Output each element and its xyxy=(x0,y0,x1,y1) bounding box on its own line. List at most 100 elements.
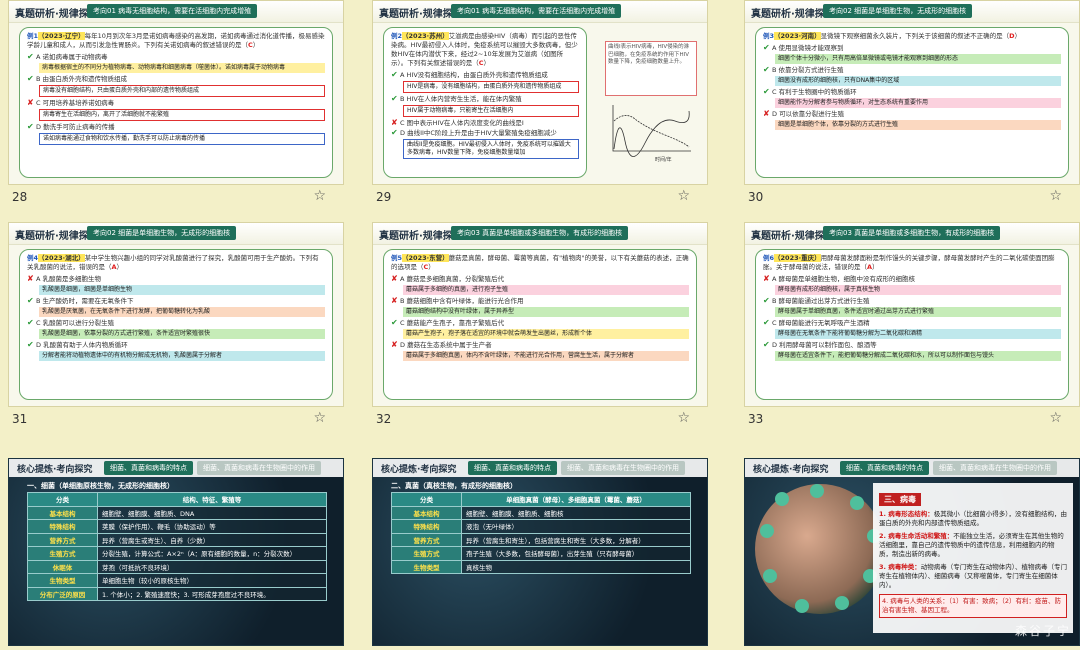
table-row: 营养方式 异养（营腐生和寄生），包括营腐生和寄生（大多数，分解者） xyxy=(391,532,691,547)
option-text: C 蘑菇能产生孢子，靠孢子繁殖后代 xyxy=(400,319,505,327)
table-row: 基本结构 细胞壁、细胞膜、细胞质、细胞核 xyxy=(391,505,691,520)
header-tabs: 细菌、真菌和病毒的特点 细菌、真菌和病毒在生物圈中的作用 xyxy=(840,461,1057,475)
option-explanation: 病毒根据宿主的不同分为植物病毒、动物病毒和细菌病毒（噬菌体）。诺如病毒属于动物病… xyxy=(39,63,325,73)
slide-preview[interactable]: 真题研析·规律探寻 考向02 细菌是单细胞生物，无成形的细胞核 例4（2023·湖北… xyxy=(8,222,344,407)
answer-option: ✘ B 蘑菇细胞中含有叶绿体，能进行光合作用 xyxy=(391,297,689,306)
header-tab: 细菌、真菌和病毒的特点 xyxy=(468,461,557,475)
star-icon[interactable]: ☆ xyxy=(1049,410,1062,426)
option-explanation: 细菌能作为分解者参与物质循环，对生态系统有重要作用 xyxy=(775,98,1061,108)
example-label: 例1 xyxy=(27,32,39,40)
virus-point: 1. 病毒形态结构：极其微小（比细菌小得多），没有细胞结构，由蛋白质的外壳和内部… xyxy=(879,510,1067,528)
slide-number: 32 xyxy=(376,412,392,426)
answer-option: ✔ B 生产酸奶时，需要在无氧条件下 xyxy=(27,297,325,306)
row-value: 真核生物 xyxy=(461,559,691,574)
row-value: 单细胞生物（较小的原核生物） xyxy=(97,573,327,588)
slide-preview[interactable]: 真题研析·规律探寻 考向01 病毒无细胞结构，需要在活细胞内完成增殖例1（2023… xyxy=(8,0,344,185)
option-text: A 诺如病毒属于动物病毒 xyxy=(36,53,108,61)
star-icon[interactable]: ☆ xyxy=(677,410,690,426)
table-row: 生物类型 单细胞生物（较小的原核生物） xyxy=(27,573,327,588)
answer-option: ✘ A 蘑菇是多细胞真菌，分裂繁殖后代 xyxy=(391,275,689,284)
table-row: 生殖方式 分裂生殖，计算公式：A×2ⁿ（A：原有细胞的数量，n：分裂次数） xyxy=(27,546,327,561)
option-explanation: 乳酸菌是厌氧菌，在无氧条件下进行发酵，把葡萄糖转化为乳酸 xyxy=(39,307,325,317)
option-explanation: 细菌是单细胞个体，依靠分裂的方式进行生殖 xyxy=(775,120,1061,130)
topic-tag: 考向03 真菌是单细胞或多细胞生物，有成形的细胞核 xyxy=(451,226,629,240)
topic-tag: 考向01 病毒无细胞结构，需要在活细胞内完成增殖 xyxy=(451,4,622,18)
option-explanation: 细菌个体十分微小，只有用高倍显微镜或电镜才能观察到细菌的形态 xyxy=(775,54,1061,64)
option-explanation: 病毒寄生在活细胞内，离开了活细胞就不能繁殖 xyxy=(39,109,325,121)
question-box: 例2（2023·苏州）艾滋病是由感染HIV（病毒）而引起的恶性传染病。HIV最初… xyxy=(383,27,587,178)
table-row: 营养方式 异养（营腐生或寄生）、自养（少数） xyxy=(27,532,327,547)
option-explanation: 曲线II是免疫细胞。HIV最初侵入人体时，免疫系统可以摧毁大多数病毒，HIV数量… xyxy=(403,139,579,159)
slide-header: 真题研析·规律探寻 考向01 病毒无细胞结构，需要在活细胞内完成增殖 xyxy=(9,1,343,23)
slide-preview[interactable]: 核心提炼·考向探究 细菌、真菌和病毒的特点 细菌、真菌和病毒在生物圈中的作用 三、病毒… xyxy=(744,458,1080,646)
star-icon[interactable]: ☆ xyxy=(1049,188,1062,204)
question-text: 例2（2023·苏州）艾滋病是由感染HIV（病毒）而引起的恶性传染病。HIV最初… xyxy=(391,32,579,68)
question-tail: ） xyxy=(872,263,879,271)
answer-option: ✘ D 蘑菇在生态系统中属于生产者 xyxy=(391,341,689,350)
option-explanation: 酵母菌在无氧条件下能将葡萄糖分解为二氧化碳和酒精 xyxy=(775,329,1061,339)
option-text: B HIV在人体内营寄生生活，能在体内繁殖 xyxy=(400,95,522,103)
header-tabs: 细菌、真菌和病毒的特点 细菌、真菌和病毒在生物圈中的作用 xyxy=(104,461,321,475)
row-key: 休眠体 xyxy=(27,559,98,574)
virus-spike xyxy=(775,492,789,506)
slide-preview[interactable]: 核心提炼·考向探究 细菌、真菌和病毒的特点 细菌、真菌和病毒在生物圈中的作用 一、细菌… xyxy=(8,458,344,646)
star-icon[interactable]: ☆ xyxy=(677,188,690,204)
example-label: 例5 xyxy=(391,254,403,262)
check-icon: ✔ xyxy=(27,340,34,349)
check-icon: ✔ xyxy=(763,318,770,327)
question-box: 例6（2023·重庆）用酵母菌发酵面粉是制作馒头的关键步骤，酵母菌发酵时产生的二… xyxy=(755,249,1069,400)
row-value: 孢子生殖（大多数，包括酵母菌），出芽生殖（只有酵母菌） xyxy=(461,546,691,561)
row-key: 基本结构 xyxy=(27,505,98,520)
question-body: 显微镜下观察细菌永久装片，下列关于该细菌的叙述不正确的是（ xyxy=(820,32,1010,40)
slide-header: 核心提炼·考向探究 细菌、真菌和病毒的特点 细菌、真菌和病毒在生物圈中的作用 xyxy=(745,459,1079,477)
header-tabs: 细菌、真菌和病毒的特点 细菌、真菌和病毒在生物圈中的作用 xyxy=(468,461,685,475)
check-icon: ✔ xyxy=(763,296,770,305)
option-text: A 酵母菌是单细胞生物，细胞中没有成形的细胞核 xyxy=(772,275,916,283)
answer-option: ✔ A 诺如病毒属于动物病毒 xyxy=(27,53,325,62)
row-key: 营养方式 xyxy=(27,532,98,547)
slide-preview[interactable]: 真题研析·规律探寻 考向01 病毒无细胞结构，需要在活细胞内完成增殖 曲线I表示HI… xyxy=(372,0,708,185)
option-text: A 蘑菇是多细胞真菌，分裂繁殖后代 xyxy=(400,275,505,283)
star-icon[interactable]: ☆ xyxy=(313,188,326,204)
cross-icon: ✘ xyxy=(391,118,398,127)
option-explanation: 酵母菌在适宜条件下，能把葡萄糖分解成二氧化碳和水，所以可以制作面包与馒头 xyxy=(775,351,1061,361)
slide-preview[interactable]: 真题研析·规律探寻 考向02 细菌是单细胞生物，无成形的细胞核例3（2023·河南… xyxy=(744,0,1080,185)
option-text: D 勤洗手可防止病毒的传播 xyxy=(36,123,115,131)
check-icon: ✔ xyxy=(763,340,770,349)
question-box: 例1（2023·辽宁）每年10月到次年3月是诺如病毒感染的高发期，诺如病毒通过消… xyxy=(19,27,333,178)
check-icon: ✔ xyxy=(763,87,770,96)
check-icon: ✔ xyxy=(27,318,34,327)
option-text: C 可用培养基培养诺如病毒 xyxy=(36,99,115,107)
answer-option: ✔ B 依靠分裂方式进行生殖 xyxy=(763,66,1061,75)
virus-spike xyxy=(763,569,777,583)
question-tail: ） xyxy=(252,41,260,49)
question-tail: ） xyxy=(116,263,124,271)
slide-preview[interactable]: 真题研析·规律探寻 考向03 真菌是单细胞或多细胞生物，有成形的细胞核 例5（202… xyxy=(372,222,708,407)
topic-tag: 考向03 真菌是单细胞或多细胞生物，有成形的细胞核 xyxy=(823,226,1001,240)
star-icon[interactable]: ☆ xyxy=(313,410,326,426)
virus-point: 2. 病毒生命活动和繁殖：不能独立生活，必须寄生在其他生物的活细胞里，靠自己的遗… xyxy=(879,532,1067,559)
option-text: B 生产酸奶时，需要在无氧条件下 xyxy=(36,297,134,305)
virus-spike xyxy=(850,496,864,510)
option-text: D 可以依靠分裂进行生殖 xyxy=(772,110,845,118)
slide-header: 真题研析·规律探寻 考向03 真菌是单细胞或多细胞生物，有成形的细胞核 xyxy=(373,223,707,245)
slide-preview[interactable]: 核心提炼·考向探究 细菌、真菌和病毒的特点 细菌、真菌和病毒在生物圈中的作用 二、真菌… xyxy=(372,458,708,646)
header-tab: 细菌、真菌和病毒在生物圈中的作用 xyxy=(561,461,685,475)
answer-option: ✔ B HIV在人体内营寄生生活，能在体内繁殖 xyxy=(391,95,579,104)
slide-number: 33 xyxy=(748,412,764,426)
option-explanation: 蘑菇属于多细胞真菌，体内不含叶绿体，不能进行光合作用，营腐生生活，属于分解者 xyxy=(403,351,689,361)
question-box: 例3（2023·河南）显微镜下观察细菌永久装片，下列关于该细菌的叙述不正确的是（… xyxy=(755,27,1069,178)
question-text: 例3（2023·河南）显微镜下观察细菌永久装片，下列关于该细菌的叙述不正确的是（… xyxy=(763,32,1061,41)
question-text: 例1（2023·辽宁）每年10月到次年3月是诺如病毒感染的高发期，诺如病毒通过消… xyxy=(27,32,325,50)
point-label: 1. 病毒形态结构： xyxy=(879,510,934,518)
answer-option: ✘ C 图中表示HIV在人体内浓度变化的曲线是I xyxy=(391,119,579,128)
hiv-curve-chart: 时间/年 xyxy=(612,105,691,163)
topic-tag: 考向01 病毒无细胞结构，需要在活细胞内完成增殖 xyxy=(87,4,258,18)
option-text: B 依靠分裂方式进行生殖 xyxy=(772,66,844,74)
virus-spike xyxy=(795,599,809,613)
slide-preview[interactable]: 真题研析·规律探寻 考向03 真菌是单细胞或多细胞生物，有成形的细胞核 例6（202… xyxy=(744,222,1080,407)
option-explanation: 细菌没有成形的细胞核，只有DNA集中的区域 xyxy=(775,76,1061,86)
cross-icon: ✘ xyxy=(27,98,34,107)
slide-header: 真题研析·规律探寻 考向02 细菌是单细胞生物，无成形的细胞核 xyxy=(745,1,1079,23)
curve-i xyxy=(613,110,690,157)
